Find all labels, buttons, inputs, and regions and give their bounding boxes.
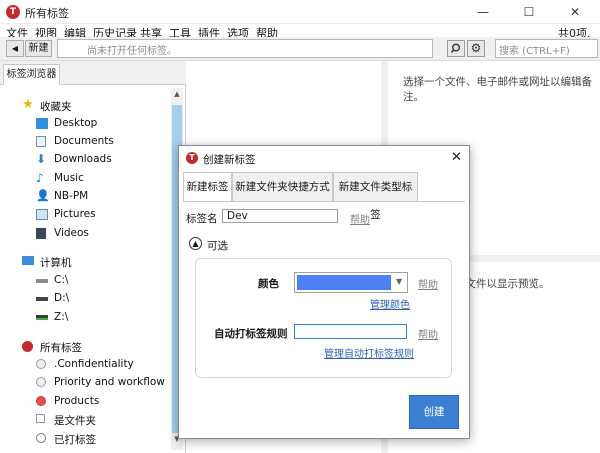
auto-tag-rules-label: 自动打标签规则 [214,328,288,340]
pictures-icon [36,209,48,220]
help-link-rules[interactable]: 帮助 [418,326,438,341]
dialog-logo-icon [186,152,198,164]
tag-group-icon [36,359,46,369]
tree-item-drive-d[interactable]: D:\ [36,290,186,308]
dialog-title: 创建新标签 [203,154,256,166]
tree-all-tags[interactable]: 所有标签 [22,338,172,356]
tag-name-label: 标签名 [186,213,218,225]
tab-divider [183,201,465,202]
back-button[interactable]: ◀ [6,40,24,57]
tree-item-documents[interactable]: Documents [36,133,186,151]
tab-new-filetype-tag[interactable]: 新建文件类型标签 [333,172,418,221]
tree-computer[interactable]: 计算机 [22,253,172,271]
tree-item-desktop[interactable]: Desktop [36,115,186,133]
tree-item-videos[interactable]: Videos [36,225,186,243]
manage-colors-link[interactable]: 管理颜色 [370,296,410,311]
optional-label: 可选 [207,240,228,252]
scroll-up-icon[interactable]: ▲ [172,90,182,102]
help-link-color[interactable]: 帮助 [418,276,438,291]
music-icon: ♪ [36,171,44,185]
gear-icon: ⚙ [470,41,482,55]
tree-tag-is-folder[interactable]: 是文件夹 [36,411,186,429]
tree-favorites[interactable]: ★ 收藏夹 [22,97,172,115]
documents-icon [36,136,46,147]
optional-collapse-icon[interactable]: ▲ [189,237,202,250]
user-icon: 👤 [36,189,50,202]
tree-item-downloads[interactable]: ⬇ Downloads [36,151,186,169]
color-swatch [297,275,391,290]
window-title: 所有标签 [25,7,69,20]
tag-icon [36,414,45,423]
tag-group-icon [36,377,46,387]
drive-icon [36,297,48,301]
app-logo-icon [6,5,20,19]
tree-tag-tagged[interactable]: 已打标签 [36,430,186,448]
network-drive-icon [36,315,48,320]
dialog-close-button[interactable]: ✕ [451,150,462,165]
tag-icon [36,433,46,443]
tag-name-value: Dev [227,210,248,222]
close-window-button[interactable]: ✕ [552,0,598,24]
tab-new-folder-shortcut[interactable]: 新建文件夹快捷方式 [232,172,333,202]
computer-icon [22,256,34,265]
manage-auto-tag-rules-link[interactable]: 管理自动打标签规则 [324,345,414,360]
star-icon: ★ [22,97,34,112]
help-link-name[interactable]: 帮助 [350,211,370,226]
create-button[interactable]: 创建 [409,395,459,429]
tagging-logo-icon [22,341,33,352]
tree-item-drive-z[interactable]: Z:\ [36,309,186,327]
new-button[interactable]: 新建 [25,40,52,57]
tab-tag-browser[interactable]: 标签浏览器 [3,64,60,85]
path-placeholder: 尚未打开任何标签。 [87,46,177,57]
maximize-button[interactable]: ☐ [506,0,552,24]
search-button[interactable] [447,40,465,57]
settings-button[interactable]: ⚙ [467,40,485,57]
videos-icon [36,228,46,239]
tree-item-nb-pm[interactable]: 👤 NB-PM [36,188,186,206]
drive-icon [36,279,48,283]
color-label: 颜色 [258,278,279,290]
tree-tag-confidentiality[interactable]: .Confidentiality [36,356,186,374]
note-hint: 选择一个文件、电子邮件或网址以编辑备注。 [403,76,592,103]
tag-group-icon [36,396,46,406]
tree-item-music[interactable]: ♪ Music [36,170,186,188]
search-icon [450,43,460,54]
search-placeholder: 搜索 (CTRL+F) [499,46,570,57]
tree-tag-products[interactable]: Products [36,393,186,411]
tab-new-tag[interactable]: 新建标签 [183,172,232,202]
tree-item-drive-c[interactable]: C:\ [36,272,186,290]
chevron-down-icon[interactable]: ▼ [396,277,402,286]
tree-item-pictures[interactable]: Pictures [36,206,186,224]
desktop-icon [36,118,48,129]
minimize-button[interactable]: — [460,0,506,24]
auto-tag-rules-input[interactable] [294,324,407,339]
download-icon: ⬇ [36,152,47,166]
tree-tag-priority[interactable]: Priority and workflow [36,374,186,392]
